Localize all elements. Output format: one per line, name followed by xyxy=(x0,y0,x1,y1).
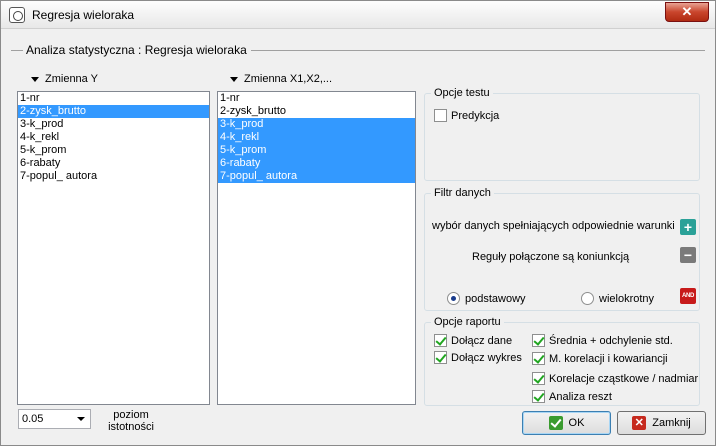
prediction-label: Predykcja xyxy=(451,109,500,122)
significance-label-line2: istotności xyxy=(108,421,154,433)
list-item[interactable]: 5-k_prom xyxy=(218,144,415,157)
radio-basic-label: podstawowy xyxy=(465,292,526,305)
residuals-label: Analiza reszt xyxy=(549,390,612,403)
list-item[interactable]: 7-popul_ autora xyxy=(218,170,415,183)
remove-filter-icon[interactable]: − xyxy=(680,247,696,263)
radio-multiple-dot[interactable] xyxy=(581,292,594,305)
chevron-down-icon xyxy=(77,417,85,421)
mean-sd-label: Średnia + odchylenie std. xyxy=(549,334,673,347)
data-filter-legend: Filtr danych xyxy=(431,187,494,199)
attach-chart-checkbox[interactable]: Dołącz wykres xyxy=(434,351,522,364)
corr-cov-label: M. korelacji i kowariancji xyxy=(549,352,668,365)
window-title: Regresja wieloraka xyxy=(32,8,135,22)
triangle-down-icon xyxy=(31,76,39,82)
list-item[interactable]: 2-zysk_brutto xyxy=(18,105,209,118)
list-y-header[interactable]: Zmienna Y xyxy=(31,72,98,86)
filter-rules-label: Reguły połączone są koniunkcją xyxy=(472,251,630,263)
attach-data-checkbox[interactable]: Dołącz dane xyxy=(434,334,512,347)
app-icon xyxy=(9,7,25,23)
mean-sd-checkbox[interactable]: Średnia + odchylenie std. xyxy=(532,334,673,347)
list-item[interactable]: 3-k_prod xyxy=(218,118,415,131)
list-item[interactable]: 7-popul_ autora xyxy=(18,170,209,183)
radio-multiple[interactable]: wielokrotny xyxy=(581,292,654,305)
radio-basic-dot[interactable] xyxy=(447,292,460,305)
attach-data-label: Dołącz dane xyxy=(451,334,513,347)
ok-button-label: OK xyxy=(568,417,585,429)
add-filter-icon[interactable]: + xyxy=(680,219,696,235)
radio-multiple-label: wielokrotny xyxy=(599,292,655,305)
corr-cov-checkbox[interactable]: M. korelacji i kowariancji xyxy=(532,352,668,365)
close-button[interactable]: ✕ Zamknij xyxy=(617,411,706,435)
residuals-checkbox[interactable]: Analiza reszt xyxy=(532,390,612,403)
list-y-header-label: Zmienna Y xyxy=(45,73,98,85)
list-item[interactable]: 5-k_prom xyxy=(18,144,209,157)
significance-select[interactable]: 0.05 xyxy=(18,409,91,429)
filter-select-label: wybór danych spełniających odpowiednie w… xyxy=(432,220,675,232)
prediction-checkbox-box[interactable] xyxy=(434,109,447,122)
significance-label-line1: poziom xyxy=(113,409,149,421)
list-item[interactable]: 6-rabaty xyxy=(218,157,415,170)
ok-button[interactable]: OK xyxy=(522,411,611,435)
prediction-checkbox[interactable]: Predykcja xyxy=(434,109,499,122)
partial-corr-checkbox[interactable]: Korelacje cząstkowe / nadmiar xyxy=(532,372,698,385)
variable-x-list[interactable]: 1-nr 2-zysk_brutto 3-k_prod 4-k_rekl 5-k_pro… xyxy=(217,91,416,405)
variable-y-list[interactable]: 1-nr 2-zysk_brutto 3-k_prod 4-k_rekl 5-k_pro… xyxy=(17,91,210,405)
radio-basic[interactable]: podstawowy xyxy=(447,292,526,305)
residuals-check-icon[interactable] xyxy=(532,390,545,403)
list-item[interactable]: 4-k_rekl xyxy=(18,131,209,144)
list-item[interactable]: 4-k_rekl xyxy=(218,131,415,144)
check-icon xyxy=(548,416,563,430)
partial-corr-label: Korelacje cząstkowe / nadmiar xyxy=(549,372,699,385)
window-close-button[interactable]: ✕ xyxy=(665,2,709,22)
attach-data-check-icon[interactable] xyxy=(434,334,447,347)
section-header: Analiza statystyczna : Regresja wielorak… xyxy=(11,43,705,57)
list-x-header[interactable]: Zmienna X1,X2,... xyxy=(230,72,332,86)
corr-cov-check-icon[interactable] xyxy=(532,352,545,365)
close-button-label: Zamknij xyxy=(652,417,691,429)
section-title: Analiza statystyczna : Regresja wielorak… xyxy=(26,43,247,57)
list-item[interactable]: 2-zysk_brutto xyxy=(218,105,415,118)
significance-label: poziom istotności xyxy=(106,409,156,433)
mean-sd-check-icon[interactable] xyxy=(532,334,545,347)
list-item[interactable]: 6-rabaty xyxy=(18,157,209,170)
partial-corr-check-icon[interactable] xyxy=(532,372,545,385)
report-options-legend: Opcje raportu xyxy=(431,316,504,328)
test-options-group: Opcje testu xyxy=(424,87,700,181)
title-bar[interactable]: Regresja wieloraka ✕ xyxy=(1,1,715,29)
dialog-window: Regresja wieloraka ✕ Analiza statystyczn… xyxy=(0,0,716,446)
close-icon: ✕ xyxy=(632,416,647,430)
significance-value: 0.05 xyxy=(22,413,44,425)
and-icon[interactable]: AND xyxy=(680,288,696,304)
attach-chart-label: Dołącz wykres xyxy=(451,351,522,364)
list-x-header-label: Zmienna X1,X2,... xyxy=(244,73,333,85)
attach-chart-check-icon[interactable] xyxy=(434,351,447,364)
triangle-down-icon xyxy=(230,76,238,82)
list-item[interactable]: 3-k_prod xyxy=(18,118,209,131)
list-item[interactable]: 1-nr xyxy=(18,92,209,105)
list-item[interactable]: 1-nr xyxy=(218,92,415,105)
test-options-legend: Opcje testu xyxy=(431,87,493,99)
